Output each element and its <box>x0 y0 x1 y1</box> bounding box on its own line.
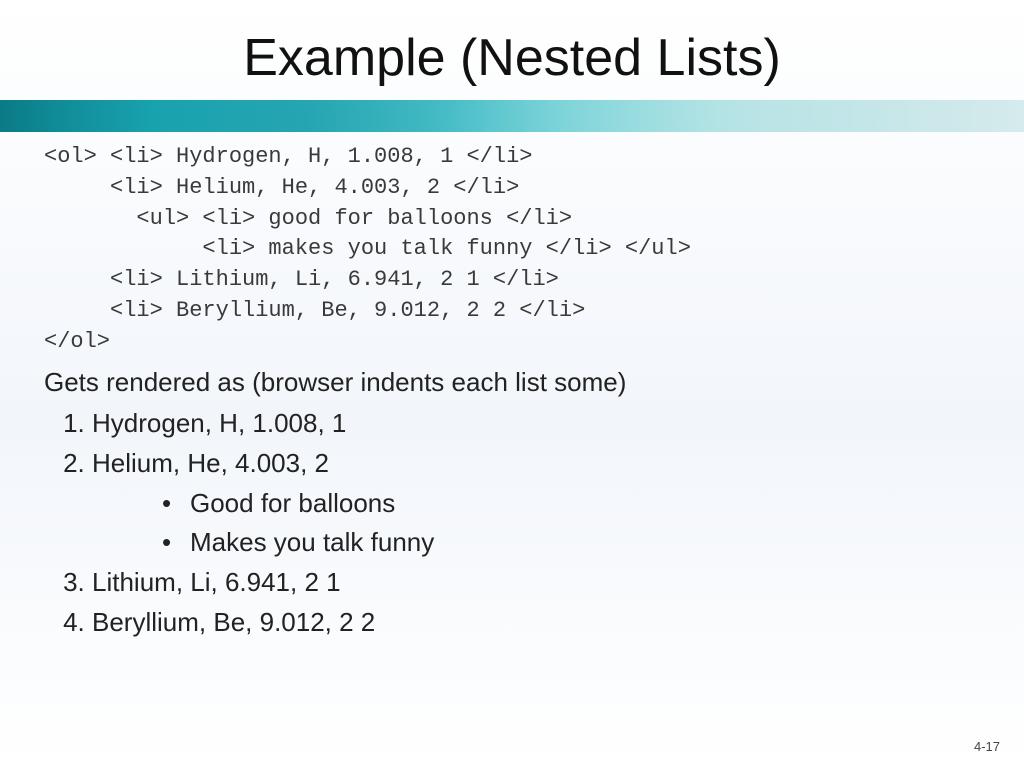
code-line: <li> Helium, He, 4.003, 2 </li> <box>44 175 519 200</box>
list-item: Makes you talk funny <box>162 524 980 562</box>
slide: Example (Nested Lists) <ol> <li> Hydroge… <box>0 0 1024 768</box>
code-line: <li> Beryllium, Be, 9.012, 2 2 </li> <box>44 298 585 323</box>
slide-title: Example (Nested Lists) <box>0 0 1024 100</box>
code-line: <li> Lithium, Li, 6.941, 2 1 </li> <box>44 267 559 292</box>
page-number: 4-17 <box>974 739 1000 754</box>
decorative-band <box>0 100 1024 132</box>
list-item-label: Good for balloons <box>190 488 395 518</box>
list-item: Hydrogen, H, 1.008, 1 <box>92 405 980 443</box>
list-item-label: Makes you talk funny <box>190 527 434 557</box>
list-item-label: Helium, He, 4.003, 2 <box>92 448 329 478</box>
list-item: Helium, He, 4.003, 2 Good for balloons M… <box>92 445 980 562</box>
list-item: Lithium, Li, 6.941, 2 1 <box>92 564 980 602</box>
code-line: <ul> <li> good for balloons </li> <box>44 206 572 231</box>
code-line: <li> makes you talk funny </li> </ul> <box>44 236 691 261</box>
slide-content: <ol> <li> Hydrogen, H, 1.008, 1 </li> <l… <box>0 132 1024 641</box>
explain-text: Gets rendered as (browser indents each l… <box>44 364 980 402</box>
rendered-list: Hydrogen, H, 1.008, 1 Helium, He, 4.003,… <box>92 405 980 641</box>
list-item: Beryllium, Be, 9.012, 2 2 <box>92 604 980 642</box>
code-block: <ol> <li> Hydrogen, H, 1.008, 1 </li> <l… <box>44 142 980 358</box>
code-line: <ol> <li> Hydrogen, H, 1.008, 1 </li> <box>44 144 532 169</box>
nested-list: Good for balloons Makes you talk funny <box>162 485 980 562</box>
code-line: </ol> <box>44 329 110 354</box>
list-item: Good for balloons <box>162 485 980 523</box>
